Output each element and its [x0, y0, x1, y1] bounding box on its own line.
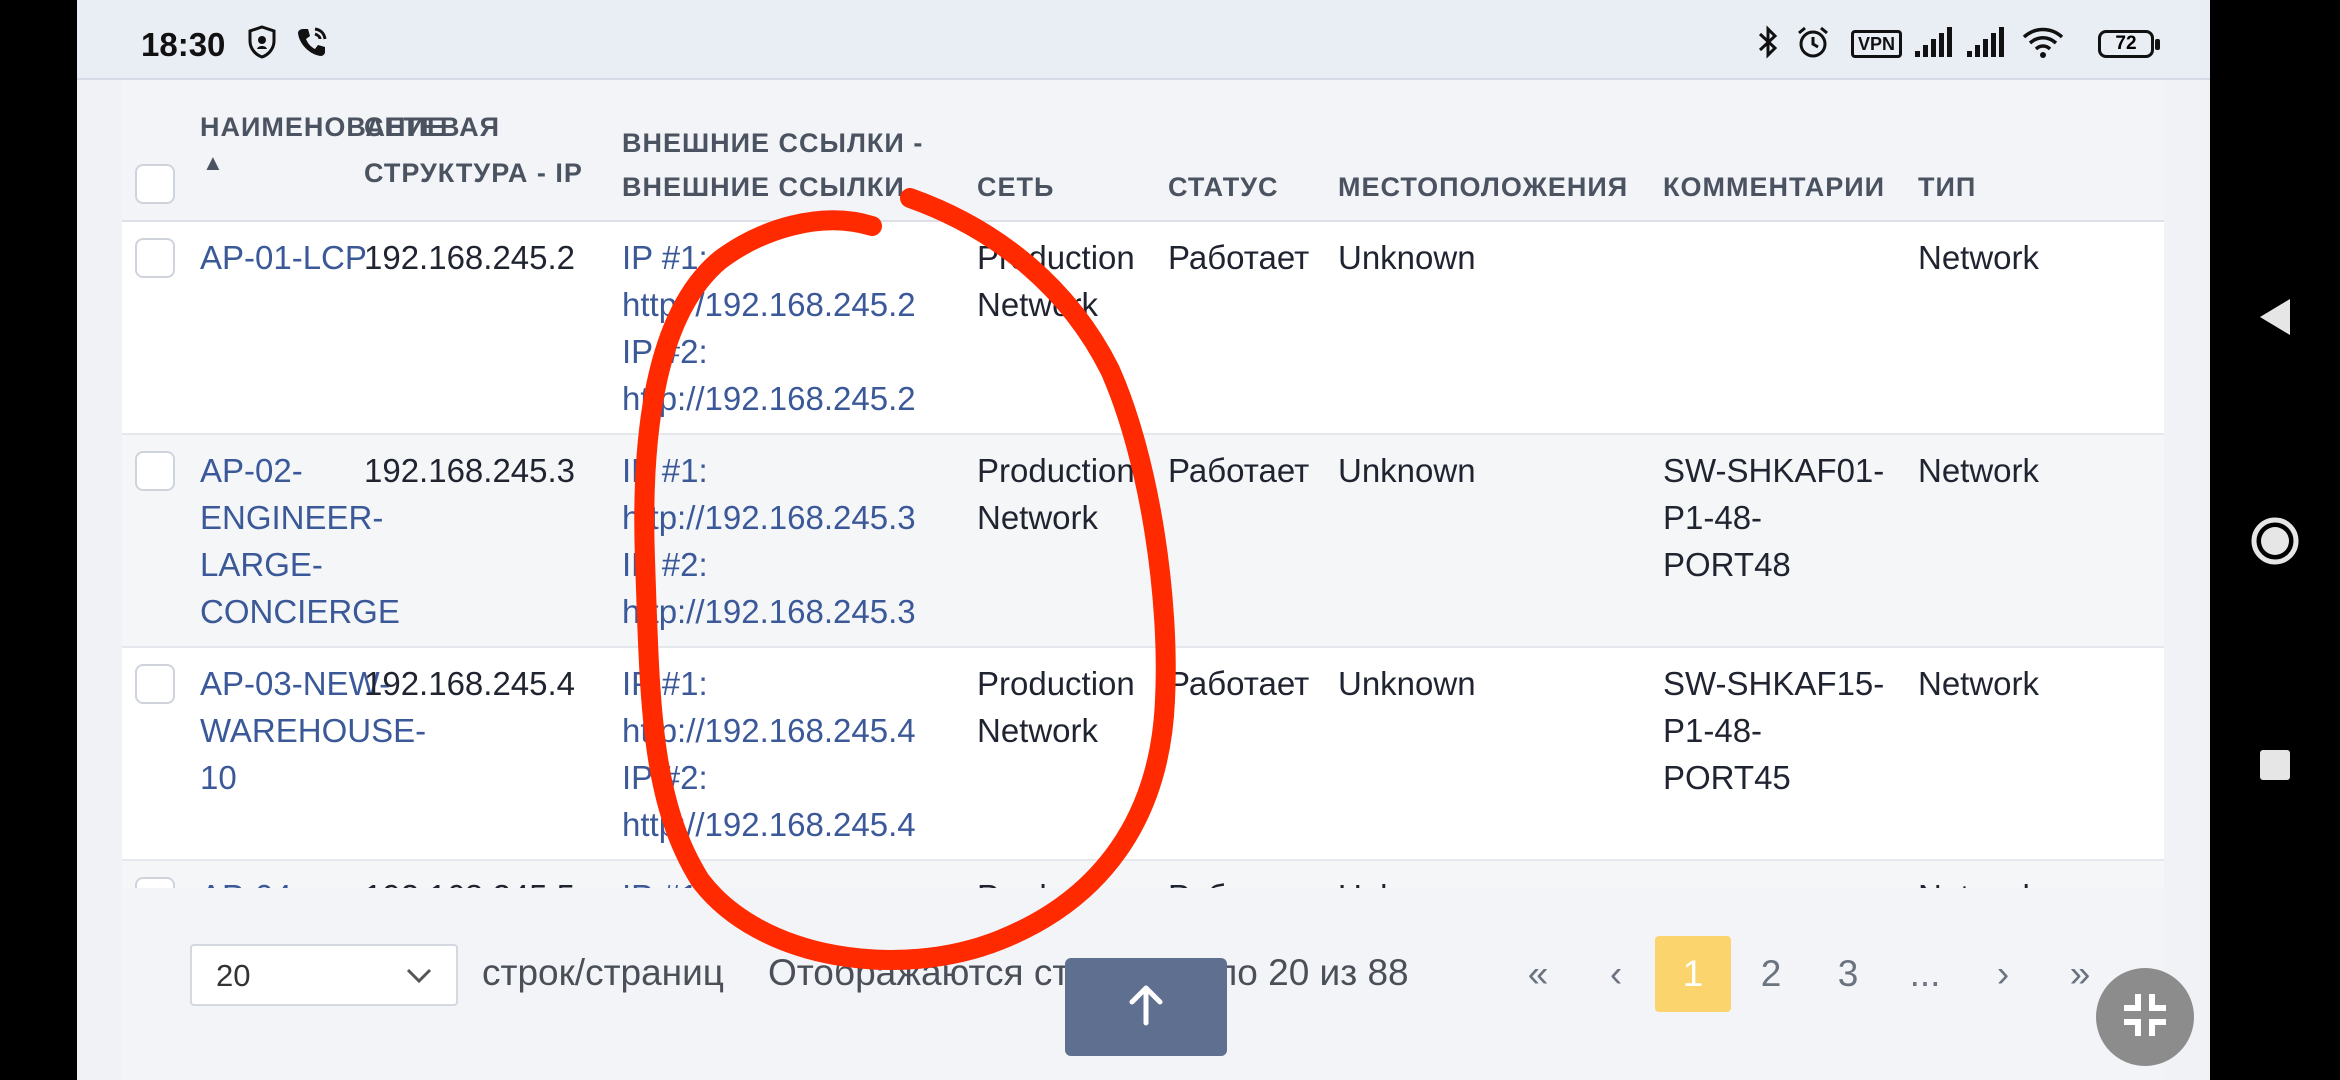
table-header: НАИМЕНОВАНИЕ ▲ СЕТЕВАЯ СТРУКТУРА - IP ВН…: [122, 80, 2164, 222]
page-button-1[interactable]: 1: [1655, 936, 1731, 1012]
page-ellipsis: ...: [1909, 953, 1941, 994]
battery-level: 72: [2115, 33, 2137, 54]
rows-per-page-select[interactable]: 20: [190, 944, 458, 1006]
header-status[interactable]: СТАТУС: [1168, 164, 1279, 210]
table-row: AP-01-LCP 192.168.245.2 IP #1: http://19…: [122, 222, 2164, 435]
wifi-icon: [2021, 22, 2065, 62]
recents-nav-icon[interactable]: [2250, 740, 2300, 790]
ip-cell: 192.168.245.3: [364, 452, 576, 489]
ip-cell: 192.168.245.4: [364, 665, 576, 702]
signal-icon: [1965, 22, 2005, 62]
arrow-up-icon: [1126, 983, 1166, 1032]
rows-per-page-label: строк/страниц: [482, 952, 724, 993]
table-scroll-area[interactable]: НАИМЕНОВАНИЕ ▲ СЕТЕВАЯ СТРУКТУРА - IP ВН…: [122, 80, 2164, 888]
header-ip-line2[interactable]: СТРУКТУРА - IP: [364, 150, 583, 196]
location-cell: Unknown: [1338, 239, 1476, 276]
comment-cell: SW-SHKAF15- P1-48- PORT45: [1663, 665, 1885, 796]
page-button-3[interactable]: 3: [1810, 936, 1886, 1012]
header-network[interactable]: СЕТЬ: [977, 164, 1054, 210]
network-cell: Production Network: [977, 239, 1135, 323]
status-cell: Работает: [1168, 873, 1309, 888]
battery-icon: 72: [2098, 30, 2160, 58]
network-cell: Production Network: [977, 665, 1135, 749]
row-checkbox[interactable]: [135, 877, 175, 888]
ip-cell: 192.168.245.5: [364, 873, 575, 888]
header-links-line1[interactable]: ВНЕШНИЕ ССЫЛКИ -: [622, 120, 923, 166]
table-row: AP-02- ENGINEER- LARGE- CONCIERGE 192.16…: [122, 435, 2164, 648]
network-cell: Production: [977, 873, 1135, 888]
status-cell: Работает: [1168, 239, 1310, 276]
status-time: 18:30: [141, 26, 226, 63]
first-page-button[interactable]: «: [1500, 936, 1576, 1012]
ip-cell: 192.168.245.2: [364, 239, 576, 276]
row-checkbox[interactable]: [135, 238, 175, 278]
header-ip-line1[interactable]: СЕТЕВАЯ: [364, 104, 500, 150]
header-location[interactable]: МЕСТОПОЛОЖЕНИЯ: [1338, 164, 1628, 210]
select-all-checkbox[interactable]: [135, 164, 175, 204]
comment-cell: SW-SHKAF01- P1-48- PORT48: [1663, 452, 1885, 583]
type-cell: Network: [1918, 665, 2040, 702]
external-links-cell[interactable]: IP #1: http://192.168.245.2 IP #2: http:…: [622, 234, 962, 422]
type-cell: Network: [1918, 452, 2040, 489]
sort-asc-icon[interactable]: ▲: [202, 140, 225, 186]
row-checkbox[interactable]: [135, 664, 175, 704]
header-type[interactable]: ТИП: [1918, 164, 1976, 210]
vpn-icon: VPN: [1851, 30, 1903, 58]
external-links-cell[interactable]: IP #1:: [622, 873, 708, 888]
type-cell: Network: [1918, 239, 2040, 276]
phone-icon: [295, 22, 329, 62]
table-row: AP-04 192.168.245.5 IP #1: Production Ра…: [122, 861, 2164, 888]
collapse-icon: [2120, 990, 2170, 1045]
rows-per-page-value: 20: [216, 958, 251, 993]
shield-icon: [247, 22, 277, 62]
network-cell: Production Network: [977, 452, 1135, 536]
location-cell: Unknown: [1338, 452, 1476, 489]
home-nav-icon[interactable]: [2250, 516, 2300, 566]
next-page-button[interactable]: ›: [1965, 936, 2041, 1012]
alarm-icon: [1795, 22, 1831, 62]
device-name-link[interactable]: AP-04: [200, 873, 292, 888]
exit-fullscreen-button[interactable]: [2096, 968, 2194, 1066]
prev-page-button[interactable]: ‹: [1578, 936, 1654, 1012]
back-nav-icon[interactable]: [2250, 292, 2300, 342]
bluetooth-icon: [1757, 22, 1779, 62]
external-links-cell[interactable]: IP #1: http://192.168.245.3 IP #2: http:…: [622, 447, 962, 635]
external-links-cell[interactable]: IP #1: http://192.168.245.4 IP #2: http:…: [622, 660, 962, 848]
type-cell: Network: [1918, 873, 2039, 888]
row-checkbox[interactable]: [135, 451, 175, 491]
signal-icon: [1913, 22, 1953, 62]
status-bar: 18:30 VPN 72: [77, 0, 2210, 80]
phone-screen: 18:30 VPN 72 НАИМЕНОВАНИЕ ▲ СЕТЕВАЯ СТРУ…: [77, 0, 2210, 1080]
device-name-link[interactable]: AP-01-LCP: [200, 234, 367, 281]
location-cell: Unknown: [1338, 665, 1476, 702]
status-cell: Работает: [1168, 452, 1310, 489]
header-links-line2[interactable]: ВНЕШНИЕ ССЫЛКИ: [622, 164, 905, 210]
chevron-down-icon: [404, 960, 434, 998]
scroll-to-top-button[interactable]: [1065, 958, 1227, 1056]
status-cell: Работает: [1168, 665, 1310, 702]
table-row: AP-03-NEW- WAREHOUSE- 10 192.168.245.4 I…: [122, 648, 2164, 861]
page-button-2[interactable]: 2: [1733, 936, 1809, 1012]
header-comments[interactable]: КОММЕНТАРИИ: [1663, 164, 1885, 210]
location-cell: Unknown: [1338, 873, 1476, 888]
vpn-label: VPN: [1858, 33, 1896, 54]
